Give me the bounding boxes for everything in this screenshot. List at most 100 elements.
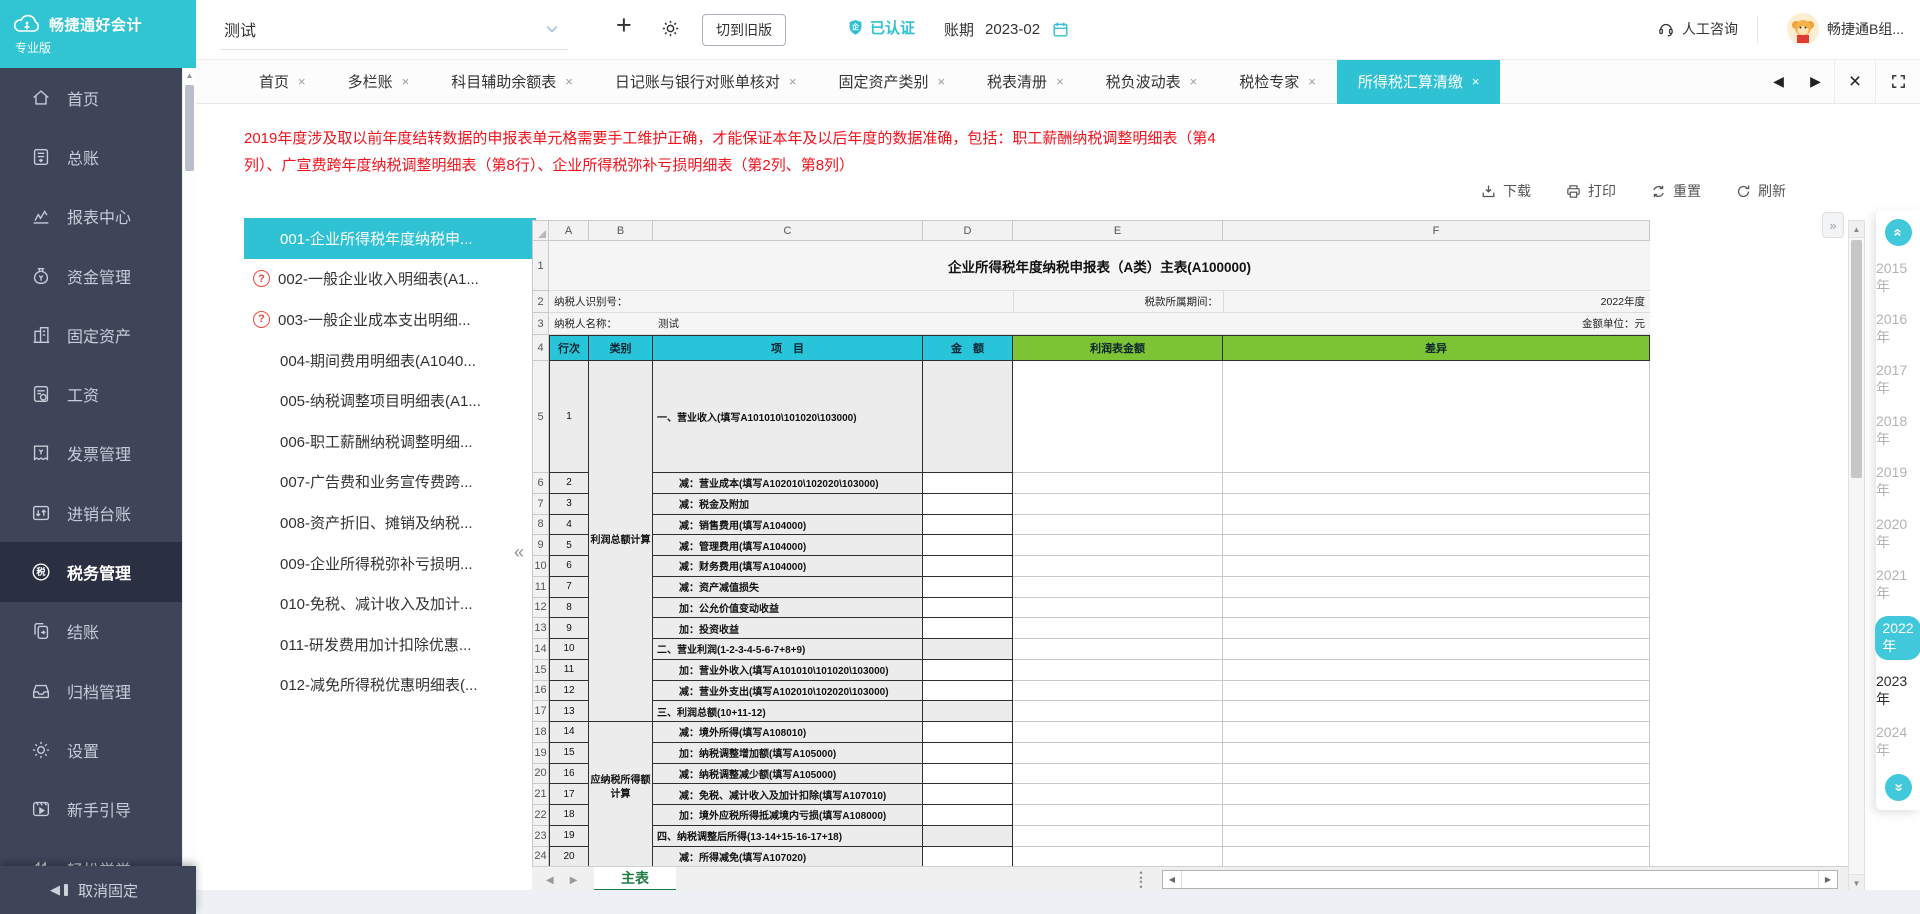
row-header-1[interactable]: 1 bbox=[533, 241, 549, 291]
cell-is-amount-1[interactable] bbox=[1013, 361, 1223, 473]
cell-amount-9[interactable] bbox=[923, 618, 1013, 639]
year-item-2019[interactable]: 2019年 bbox=[1876, 462, 1920, 502]
group-taxable-income[interactable]: 应纳税所得额计算 bbox=[589, 722, 653, 867]
taxpayer-name-value-cell[interactable]: 测试 bbox=[653, 313, 1013, 335]
header-amount[interactable]: 金 额 bbox=[923, 335, 1013, 361]
report-title-cell[interactable]: 企业所得税年度纳税申报表（A类）主表(A100000) bbox=[549, 241, 1650, 291]
header-line-no[interactable]: 行次 bbox=[549, 335, 589, 361]
cell-item-19[interactable]: 四、纳税调整后所得(13-14+15-16-17+18) bbox=[653, 826, 923, 847]
cell-item-6[interactable]: 减：财务费用(填写A104000) bbox=[653, 556, 923, 577]
cell-diff-3[interactable] bbox=[1223, 494, 1650, 515]
cell-diff-12[interactable] bbox=[1223, 681, 1650, 702]
cell-is-amount-4[interactable] bbox=[1013, 515, 1223, 536]
cell-amount-16[interactable] bbox=[923, 764, 1013, 785]
row-header-16[interactable]: 16 bbox=[533, 681, 549, 702]
cell-diff-10[interactable] bbox=[1223, 639, 1650, 660]
cell-is-amount-3[interactable] bbox=[1013, 494, 1223, 515]
cell-line-15[interactable]: 15 bbox=[549, 743, 589, 764]
cell-amount-11[interactable] bbox=[923, 660, 1013, 681]
cell-diff-19[interactable] bbox=[1223, 826, 1650, 847]
column-letter-D[interactable]: D bbox=[923, 221, 1013, 241]
row-header-22[interactable]: 22 bbox=[533, 805, 549, 826]
tab-5[interactable]: 固定资产类别× bbox=[817, 60, 966, 104]
row-header-15[interactable]: 15 bbox=[533, 660, 549, 681]
cell-is-amount-19[interactable] bbox=[1013, 826, 1223, 847]
year-item-2023[interactable]: 2023年 bbox=[1876, 671, 1920, 711]
row-header-9[interactable]: 9 bbox=[533, 535, 549, 556]
cell-diff-8[interactable] bbox=[1223, 598, 1650, 619]
row-header-13[interactable]: 13 bbox=[533, 618, 549, 639]
tab-3[interactable]: 科目辅助余额表× bbox=[430, 60, 594, 104]
report-list-item-11[interactable]: 011-研发费用加计扣除优惠... bbox=[244, 624, 536, 665]
cell-is-amount-6[interactable] bbox=[1013, 556, 1223, 577]
year-item-2016[interactable]: 2016年 bbox=[1876, 309, 1920, 349]
sheet-prev-icon[interactable]: ◀ bbox=[546, 875, 554, 886]
year-item-2022[interactable]: 2022年 bbox=[1875, 616, 1920, 660]
cell-diff-20[interactable] bbox=[1223, 847, 1650, 868]
unpin-sidebar-button[interactable]: ◀ 取消固定 bbox=[0, 866, 196, 914]
tax-period-label-cell[interactable]: 税款所属期间： bbox=[1013, 291, 1223, 313]
cell-is-amount-18[interactable] bbox=[1013, 805, 1223, 826]
cell-diff-18[interactable] bbox=[1223, 805, 1650, 826]
cell-item-11[interactable]: 加：营业外收入(填写A101010\101020\103000) bbox=[653, 660, 923, 681]
row-header-14[interactable]: 14 bbox=[533, 639, 549, 660]
horizontal-scrollbar[interactable]: ◀ ▶ bbox=[1162, 870, 1838, 889]
sidebar-item-11[interactable]: 归档管理 bbox=[0, 661, 182, 720]
report-list-item-2[interactable]: ?002-一般企业收入明细表(A1... bbox=[244, 259, 536, 300]
years-scroll-down-button[interactable]: « bbox=[1885, 774, 1912, 801]
year-item-2017[interactable]: 2017年 bbox=[1876, 360, 1920, 400]
row-header-12[interactable]: 12 bbox=[533, 598, 549, 619]
cell-item-3[interactable]: 减：税金及附加 bbox=[653, 494, 923, 515]
row-header-20[interactable]: 20 bbox=[533, 764, 549, 785]
cell-item-15[interactable]: 加：纳税调整增加额(填写A105000) bbox=[653, 743, 923, 764]
cell-amount-6[interactable] bbox=[923, 556, 1013, 577]
cell-item-5[interactable]: 减：管理费用(填写A104000) bbox=[653, 535, 923, 556]
cell-line-5[interactable]: 5 bbox=[549, 535, 589, 556]
report-list-item-12[interactable]: 012-减免所得税优惠明细表(... bbox=[244, 665, 536, 706]
cell-diff-2[interactable] bbox=[1223, 473, 1650, 494]
cell-amount-14[interactable] bbox=[923, 722, 1013, 743]
tab-close-icon[interactable]: × bbox=[298, 74, 306, 89]
tab-close-icon[interactable]: × bbox=[1056, 74, 1064, 89]
certified-badge[interactable]: 企 已认证 bbox=[846, 17, 915, 38]
cell-item-4[interactable]: 减：销售费用(填写A104000) bbox=[653, 515, 923, 536]
cell-line-11[interactable]: 11 bbox=[549, 660, 589, 681]
cell-item-9[interactable]: 加：投资收益 bbox=[653, 618, 923, 639]
cell-amount-13[interactable] bbox=[923, 701, 1013, 722]
fullscreen-icon[interactable] bbox=[1875, 60, 1920, 104]
cell-line-16[interactable]: 16 bbox=[549, 764, 589, 785]
human-support-button[interactable]: 人工咨询 bbox=[1657, 19, 1738, 39]
row-header-21[interactable]: 21 bbox=[533, 784, 549, 805]
row-header-11[interactable]: 11 bbox=[533, 577, 549, 598]
splitter-handle[interactable]: •••• bbox=[1136, 871, 1146, 889]
row-header-24[interactable]: 24 bbox=[533, 847, 549, 868]
cell-line-9[interactable]: 9 bbox=[549, 618, 589, 639]
print-button[interactable]: 打印 bbox=[1565, 181, 1616, 201]
question-mark-icon[interactable]: ? bbox=[253, 270, 270, 287]
cell-diff-16[interactable] bbox=[1223, 764, 1650, 785]
cell-line-1[interactable]: 1 bbox=[549, 361, 589, 473]
year-item-2024[interactable]: 2024年 bbox=[1876, 722, 1920, 762]
tab-close-icon[interactable]: × bbox=[565, 74, 573, 89]
accounting-period[interactable]: 账期 2023-02 bbox=[944, 19, 1070, 40]
report-list-item-6[interactable]: 006-职工薪酬纳税调整明细... bbox=[244, 421, 536, 462]
report-list-item-3[interactable]: ?003-一般企业成本支出明细... bbox=[244, 299, 536, 340]
sidebar-scrollbar-thumb[interactable] bbox=[185, 85, 194, 171]
row-header-2[interactable]: 2 bbox=[533, 291, 549, 313]
sidebar-item-6[interactable]: 工资 bbox=[0, 364, 182, 423]
close-all-tabs-icon[interactable]: × bbox=[1834, 60, 1875, 104]
question-mark-icon[interactable]: ? bbox=[253, 311, 270, 328]
cell-amount-4[interactable] bbox=[923, 515, 1013, 536]
sidebar-item-9[interactable]: 税税务管理 bbox=[0, 542, 182, 601]
header-category[interactable]: 类别 bbox=[589, 335, 653, 361]
cell-amount-3[interactable] bbox=[923, 494, 1013, 515]
tab-close-icon[interactable]: × bbox=[1472, 74, 1480, 89]
cell-line-2[interactable]: 2 bbox=[549, 473, 589, 494]
row-header-3[interactable]: 3 bbox=[533, 313, 549, 335]
cell-is-amount-7[interactable] bbox=[1013, 577, 1223, 598]
sidebar-item-3[interactable]: 报表中心 bbox=[0, 187, 182, 246]
header-income-statement-amount[interactable]: 利润表金额 bbox=[1013, 335, 1223, 361]
report-list-item-10[interactable]: 010-免税、减计收入及加计... bbox=[244, 583, 536, 624]
sheet-next-icon[interactable]: ▶ bbox=[570, 875, 578, 886]
row-header-18[interactable]: 18 bbox=[533, 722, 549, 743]
